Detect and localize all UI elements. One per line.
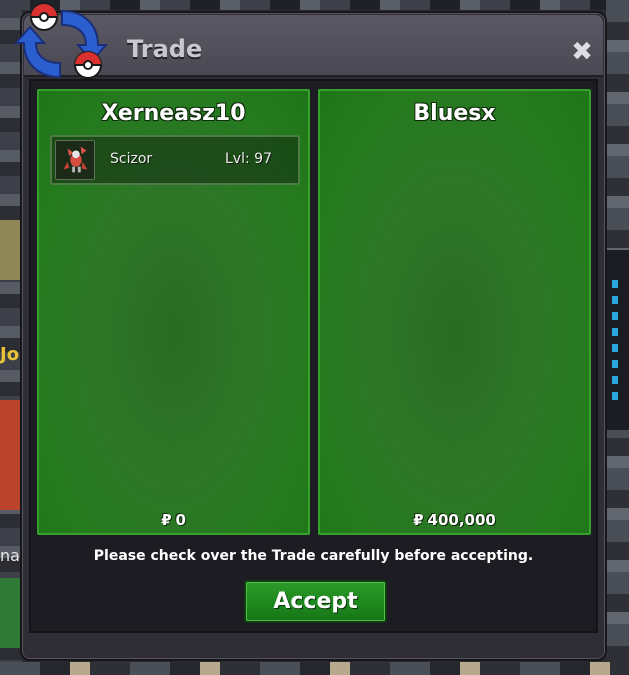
window-title: Trade <box>127 35 203 63</box>
world-tiles-left <box>0 0 22 675</box>
partner-money-offer: ₽400,000 <box>320 511 589 529</box>
offered-pokemon-row[interactable]: Scizor Lvl: 97 <box>50 135 300 185</box>
partner-player-name: Bluesx <box>413 101 496 126</box>
scizor-sprite-icon <box>55 140 95 180</box>
pokedollar-icon: ₽ <box>161 511 172 529</box>
trade-content: Xerneasz10 Scizor Lvl: 97 ₽ 0 Bluesx ₽ 4… <box>29 79 598 633</box>
partner-money-amount: 400,000 <box>427 511 496 529</box>
trade-window: Trade ✖ Xerneasz10 Scizor Lvl: 97 ₽ 0 Bl… <box>14 3 607 661</box>
pokemon-name: Scizor <box>110 151 153 167</box>
world-chat-fragment: na <box>0 546 20 565</box>
world-tile-sand <box>0 220 20 280</box>
trade-warning-text: Please check over the Trade carefully be… <box>93 548 534 564</box>
pokemon-level: Lvl: 97 <box>225 151 272 167</box>
self-money-amount: 0 <box>175 511 186 529</box>
close-icon[interactable]: ✖ <box>569 39 595 65</box>
trade-panel-self: Xerneasz10 Scizor Lvl: 97 ₽ 0 <box>37 89 310 535</box>
pokeball-trade-icon <box>14 3 109 79</box>
world-tiles-bottom <box>0 662 629 675</box>
world-tile-water-edge <box>612 280 618 400</box>
trade-panel-partner: Bluesx ₽400,000 <box>318 89 591 535</box>
trade-titlebar[interactable]: Trade ✖ <box>24 15 603 77</box>
world-tile-grass <box>0 578 20 648</box>
pokedollar-icon: ₽ <box>413 511 424 529</box>
self-money-offer: ₽0 <box>39 511 308 529</box>
world-tile-red <box>0 400 20 510</box>
self-player-name: Xerneasz10 <box>101 101 246 126</box>
accept-button[interactable]: Accept <box>244 580 387 623</box>
world-player-name-fragment: Jo <box>0 344 20 365</box>
